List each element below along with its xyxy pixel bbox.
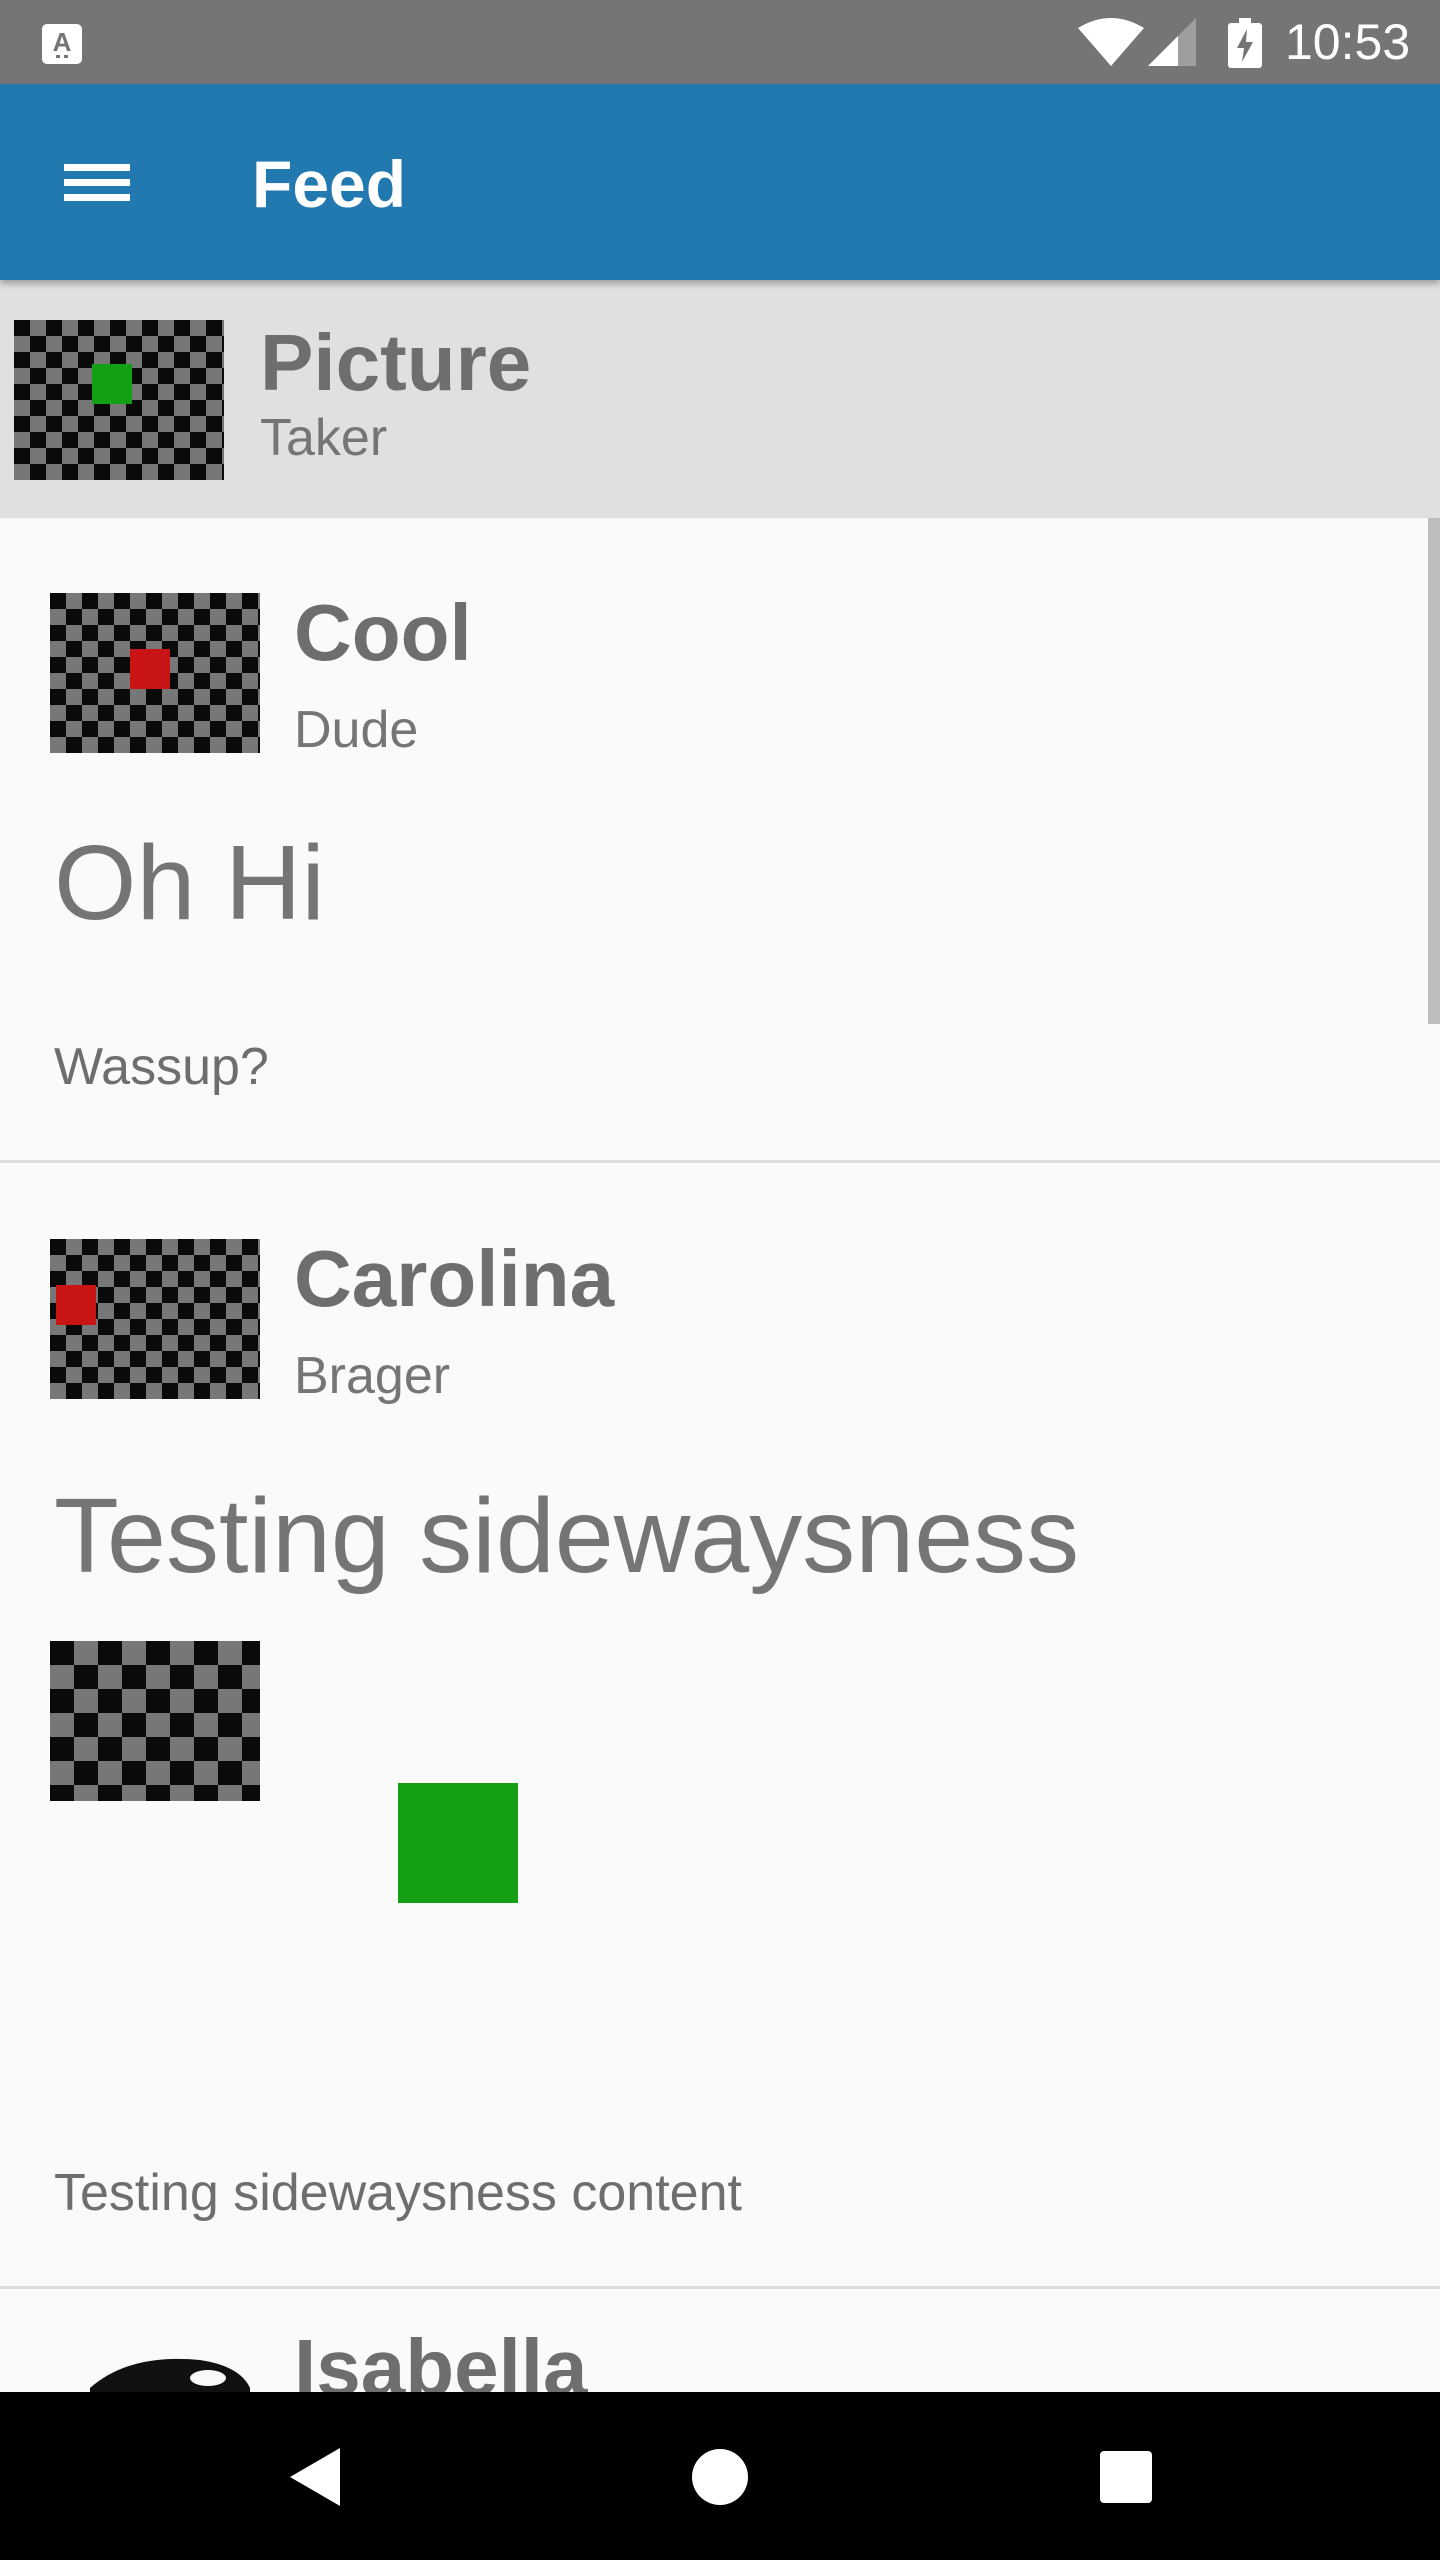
scrollbar[interactable]	[1428, 518, 1440, 1024]
author-name: Isabella	[294, 2323, 588, 2392]
author-avatar	[50, 1239, 260, 1399]
keyboard-a-icon: A	[42, 24, 82, 64]
author-avatar	[50, 593, 260, 753]
thumbnail-marker	[92, 364, 132, 404]
picture-name: Picture	[260, 318, 532, 407]
author-subname: Dude	[294, 701, 419, 759]
battery-charging-icon	[1228, 18, 1262, 68]
image-marker	[398, 1783, 518, 1903]
divider	[0, 2286, 1440, 2289]
author-name: Cool	[294, 588, 472, 677]
avatar-marker	[56, 1285, 96, 1325]
post-body: Wassup?	[54, 1038, 269, 1096]
divider	[0, 1160, 1440, 1163]
home-icon[interactable]	[660, 2422, 780, 2532]
orca-icon	[90, 2358, 250, 2392]
post-image[interactable]	[50, 1641, 518, 1903]
signal-icon	[1148, 18, 1196, 66]
feed-list[interactable]: Cool Dude Oh Hi Wassup? Carolina Brager …	[0, 518, 1440, 2392]
hamburger-menu-icon[interactable]	[44, 142, 148, 222]
back-icon[interactable]	[252, 2422, 372, 2532]
picture-subname: Taker	[260, 409, 388, 467]
navigation-bar	[0, 2392, 1440, 2560]
picture-taker-row[interactable]: Picture Taker	[0, 280, 1440, 518]
recents-icon[interactable]	[1066, 2422, 1186, 2532]
notification-letter: A	[52, 27, 72, 57]
post-title: Oh Hi	[54, 824, 325, 942]
page-title: Feed	[252, 147, 407, 221]
picture-thumbnail	[14, 320, 224, 480]
avatar-marker	[130, 649, 170, 689]
status-bar: A 10:53	[0, 0, 1440, 84]
app-bar: Feed	[0, 84, 1440, 280]
wifi-icon	[1078, 18, 1144, 66]
author-subname: Brager	[294, 1347, 451, 1405]
clock: 10:53	[1285, 14, 1411, 70]
post-title: Testing sidewaysness	[54, 1477, 1080, 1595]
post-body: Testing sidewaysness content	[54, 2164, 742, 2222]
author-name: Carolina	[294, 1234, 615, 1323]
